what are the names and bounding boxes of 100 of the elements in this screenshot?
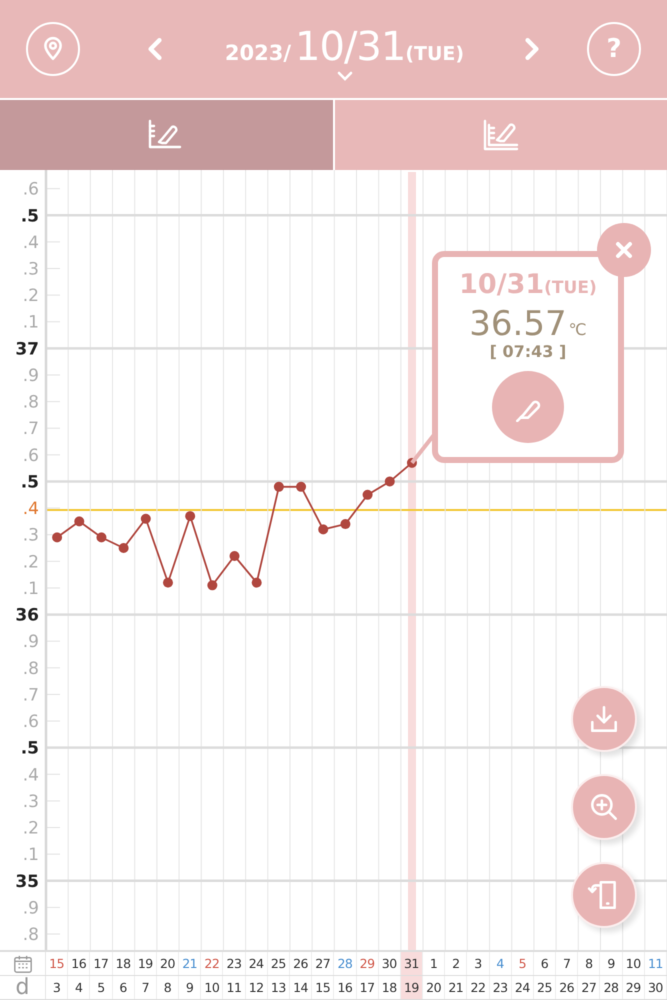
temperature-point[interactable] (362, 490, 373, 500)
y-axis-label: .6 (22, 180, 39, 200)
cycle-day-cell: 19 (400, 976, 424, 999)
temperature-point[interactable] (296, 482, 306, 492)
y-axis-label: .2 (22, 818, 39, 839)
cycle-day-cell: 24 (512, 976, 534, 999)
date-cell[interactable]: 19 (134, 952, 157, 975)
cycle-day-cell: 7 (134, 976, 157, 999)
temperature-point[interactable] (318, 524, 328, 534)
temperature-value: 36.57 (469, 304, 567, 344)
y-axis-label: .5 (20, 738, 39, 759)
cycle-day-cell: 13 (268, 976, 290, 999)
caret-down-icon (336, 71, 352, 81)
date-cell[interactable]: 9 (600, 952, 623, 975)
y-axis-label: .4 (22, 232, 39, 253)
date-cell[interactable]: 20 (156, 952, 180, 975)
y-axis-label: .8 (22, 392, 39, 413)
y-axis-label: .9 (22, 632, 39, 652)
temperature-point[interactable] (252, 578, 262, 588)
date-cell[interactable]: 15 (46, 952, 68, 975)
cycle-day-cell: 9 (179, 976, 202, 999)
date-text: 10/31 (295, 24, 406, 70)
cycle-day-cell: 30 (644, 976, 667, 999)
time-text: [ 07:43 ] (490, 342, 566, 361)
cycle-day-cell: 23 (490, 976, 512, 999)
cycle-day-cell: 22 (467, 976, 490, 999)
date-cell[interactable]: 22 (201, 952, 224, 975)
cycle-day-cell: 26 (556, 976, 578, 999)
y-axis-label: .1 (22, 578, 39, 599)
popup-weekday: (TUE) (544, 278, 597, 298)
date-cell[interactable]: 31 (400, 952, 424, 975)
y-axis-label: .3 (22, 792, 39, 812)
y-axis-label: .6 (22, 712, 39, 732)
calendar-icon (12, 954, 32, 974)
y-axis-label: .8 (22, 925, 39, 946)
date-cell[interactable]: 6 (534, 952, 556, 975)
y-axis-label: .8 (22, 658, 39, 679)
cycle-day-cell: 20 (423, 976, 446, 999)
date-cell[interactable]: 29 (356, 952, 379, 975)
date-cell[interactable]: 2 (445, 952, 468, 975)
y-axis-label: .7 (22, 685, 39, 706)
y-axis-label: .2 (22, 552, 39, 572)
temperature-point[interactable] (162, 578, 173, 588)
cycle-day-label: d (16, 976, 30, 998)
cycle-day-cell: 12 (246, 976, 268, 999)
cycle-day-cell: 28 (600, 976, 623, 999)
cycle-day-cell: 5 (90, 976, 113, 999)
y-axis-label: .4 (22, 499, 39, 520)
y-axis-label: .1 (22, 312, 39, 333)
temperature-point[interactable] (207, 580, 218, 590)
temperature-point[interactable] (118, 543, 129, 554)
date-cell[interactable]: 7 (556, 952, 578, 975)
date-cell[interactable]: 5 (512, 952, 534, 975)
popup-date: 10/31 (459, 268, 544, 300)
y-axis-label: 36 (15, 606, 39, 626)
y-axis-label: .5 (20, 472, 39, 492)
y-axis-label: .7 (22, 419, 39, 440)
date-cell[interactable]: 16 (68, 952, 90, 975)
cycle-day-cell: 29 (622, 976, 645, 999)
temperature-point[interactable] (96, 532, 106, 542)
cycle-day-cell: 16 (334, 976, 356, 999)
date-cell[interactable]: 23 (223, 952, 246, 975)
date-cell[interactable]: 3 (467, 952, 490, 975)
weekday-text: (TUE) (405, 43, 464, 65)
cycle-day-cell: 4 (68, 976, 90, 999)
y-axis-label: .5 (20, 206, 39, 226)
cycle-day-cell: 21 (445, 976, 468, 999)
temperature-point[interactable] (274, 482, 284, 492)
temperature-point[interactable] (74, 516, 84, 526)
cycle-day-cell: 14 (290, 976, 312, 999)
date-cell[interactable]: 8 (578, 952, 600, 975)
cycle-day-cell: 3 (46, 976, 68, 999)
temperature-point[interactable] (185, 511, 196, 522)
temperature-point[interactable] (384, 476, 395, 486)
date-cell[interactable]: 25 (268, 952, 290, 975)
year-text: 2023/ (224, 41, 292, 65)
y-axis-label: .3 (22, 526, 39, 546)
date-cell[interactable]: 27 (312, 952, 334, 975)
y-axis-label: .9 (22, 898, 39, 918)
y-axis-label: .1 (22, 845, 39, 866)
date-cell[interactable]: 26 (290, 952, 312, 975)
y-axis-label: .2 (22, 286, 39, 306)
double-chart-thermometer-icon (482, 117, 520, 153)
date-cell[interactable]: 17 (90, 952, 113, 975)
date-cell[interactable]: 18 (112, 952, 135, 975)
temperature-point[interactable] (340, 519, 350, 530)
temperature-unit: ℃ (568, 320, 587, 339)
temperature-point[interactable] (52, 532, 62, 542)
temperature-point[interactable] (140, 514, 151, 524)
date-cell[interactable]: 24 (246, 952, 268, 975)
y-axis-label: 35 (15, 872, 39, 892)
temperature-point[interactable] (230, 551, 240, 561)
cycle-day-cell: 6 (112, 976, 135, 999)
cycle-day-cell: 8 (156, 976, 180, 999)
temperature-point[interactable] (406, 458, 417, 468)
cycle-day-cell: 25 (534, 976, 556, 999)
date-cell[interactable]: 10 (622, 952, 645, 975)
date-cell[interactable]: 1 (423, 952, 446, 975)
cycle-day-cell: 11 (223, 976, 246, 999)
y-axis-label: .4 (22, 765, 39, 786)
